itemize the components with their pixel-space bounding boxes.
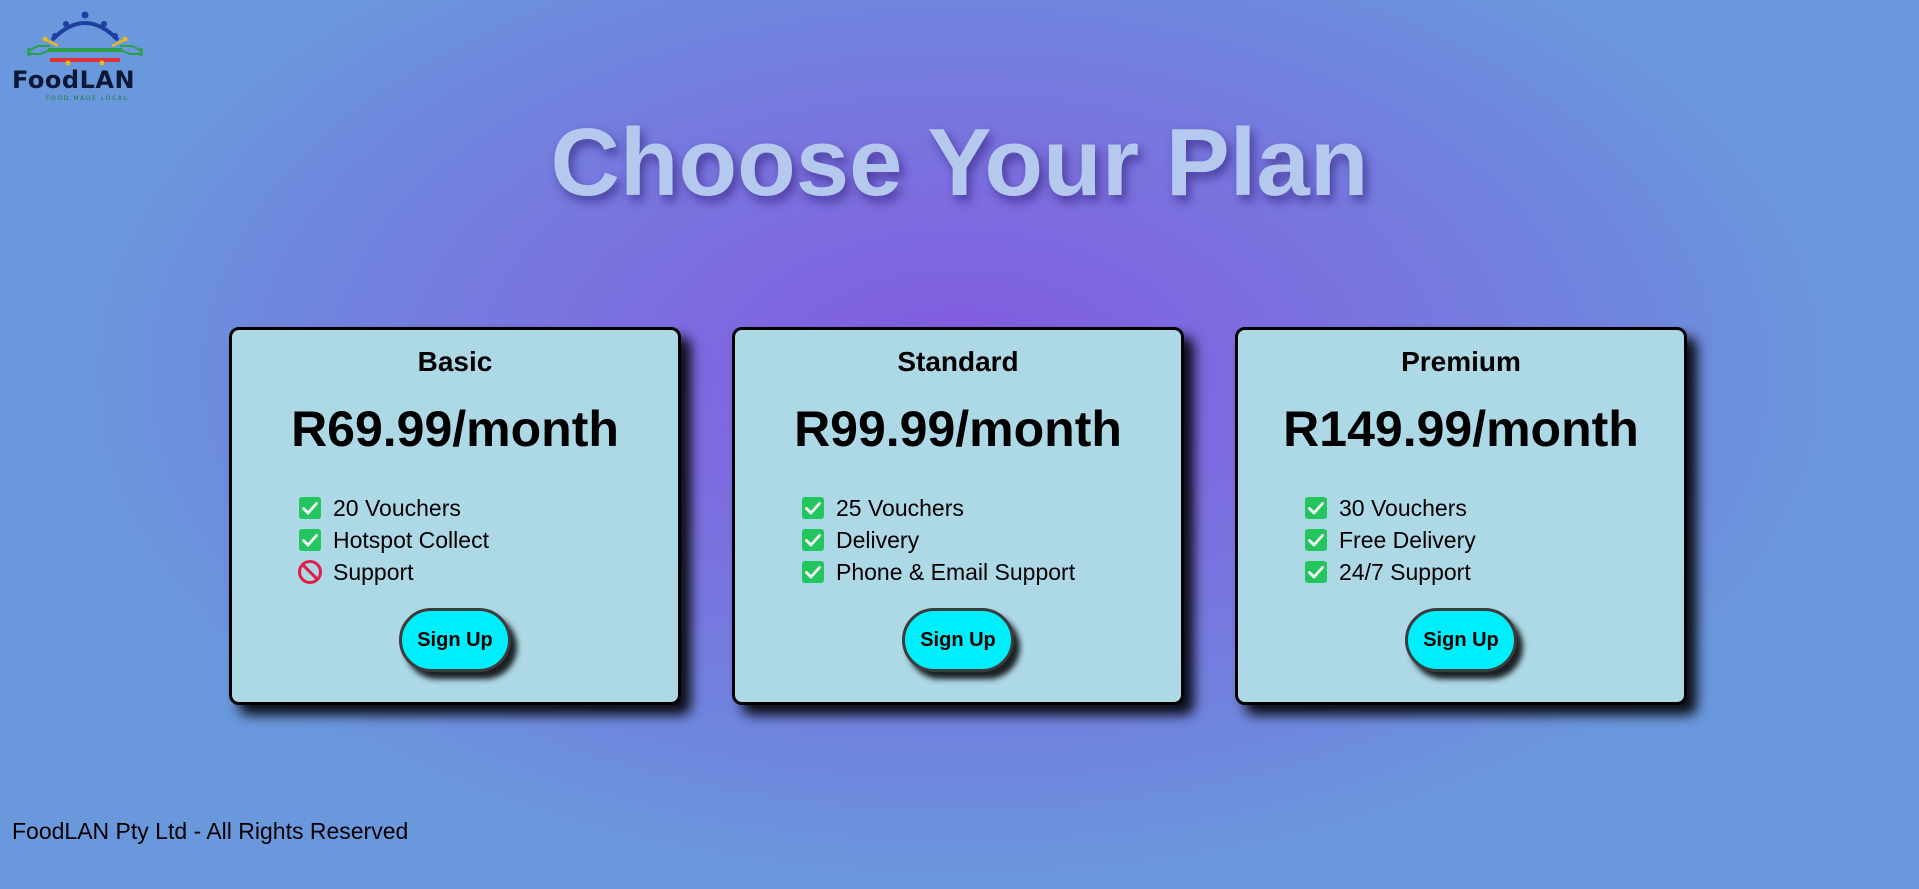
check-icon (297, 495, 323, 521)
logo-tagline: FOOD.MADE LOCAL (46, 95, 129, 102)
feature-item: 24/7 Support (1303, 556, 1476, 588)
plan-name: Basic (417, 346, 493, 377)
sign-up-button-standard[interactable]: Sign Up (902, 608, 1014, 672)
foodlan-logo[interactable]: FoodLAN FOOD.MADE LOCAL (10, 8, 162, 104)
feature-label: 30 Vouchers (1339, 494, 1467, 521)
logo-wordmark: FoodLAN (12, 66, 136, 94)
check-icon (297, 527, 323, 553)
feature-item: 25 Vouchers (800, 492, 1075, 524)
check-icon (1303, 495, 1329, 521)
plan-price: R69.99/month (291, 401, 619, 457)
feature-label: 25 Vouchers (836, 494, 964, 521)
feature-item: Free Delivery (1303, 524, 1476, 556)
check-icon (1303, 559, 1329, 585)
feature-label: Free Delivery (1339, 526, 1476, 553)
plan-card-basic: Basic R69.99/month 20 Vouchers Hotspot C… (229, 327, 681, 705)
logo-icon (27, 11, 143, 66)
sign-up-button-basic[interactable]: Sign Up (399, 608, 511, 672)
plan-price: R99.99/month (794, 401, 1122, 457)
feature-list: 30 Vouchers Free Delivery 24/7 Support (1303, 492, 1476, 588)
prohibited-icon (297, 559, 323, 585)
feature-label: Hotspot Collect (333, 526, 489, 553)
feature-label: Phone & Email Support (836, 558, 1076, 585)
plan-name: Premium (1401, 346, 1521, 377)
feature-item: Hotspot Collect (297, 524, 489, 556)
feature-label: 20 Vouchers (333, 494, 461, 521)
feature-label: Support (333, 558, 414, 585)
feature-item: Phone & Email Support (800, 556, 1075, 588)
check-icon (1303, 527, 1329, 553)
feature-item: 30 Vouchers (1303, 492, 1476, 524)
feature-item: Delivery (800, 524, 1075, 556)
plan-name: Standard (897, 346, 1019, 377)
feature-label: 24/7 Support (1339, 558, 1471, 585)
check-icon (800, 527, 826, 553)
check-icon (800, 495, 826, 521)
plan-price: R149.99/month (1283, 401, 1639, 457)
plan-card-premium: Premium R149.99/month 30 Vouchers Free D… (1235, 327, 1687, 705)
feature-list: 20 Vouchers Hotspot Collect Support (297, 492, 489, 588)
footer-copyright: FoodLAN Pty Ltd - All Rights Reserved (12, 818, 409, 844)
feature-item: Support (297, 556, 489, 588)
feature-label: Delivery (836, 526, 920, 553)
page-title: Choose Your Plan (550, 109, 1369, 216)
feature-list: 25 Vouchers Delivery Phone & Email Suppo… (800, 492, 1075, 588)
plan-card-standard: Standard R99.99/month 25 Vouchers Delive… (732, 327, 1184, 705)
sign-up-button-premium[interactable]: Sign Up (1405, 608, 1517, 672)
check-icon (800, 559, 826, 585)
feature-item: 20 Vouchers (297, 492, 489, 524)
